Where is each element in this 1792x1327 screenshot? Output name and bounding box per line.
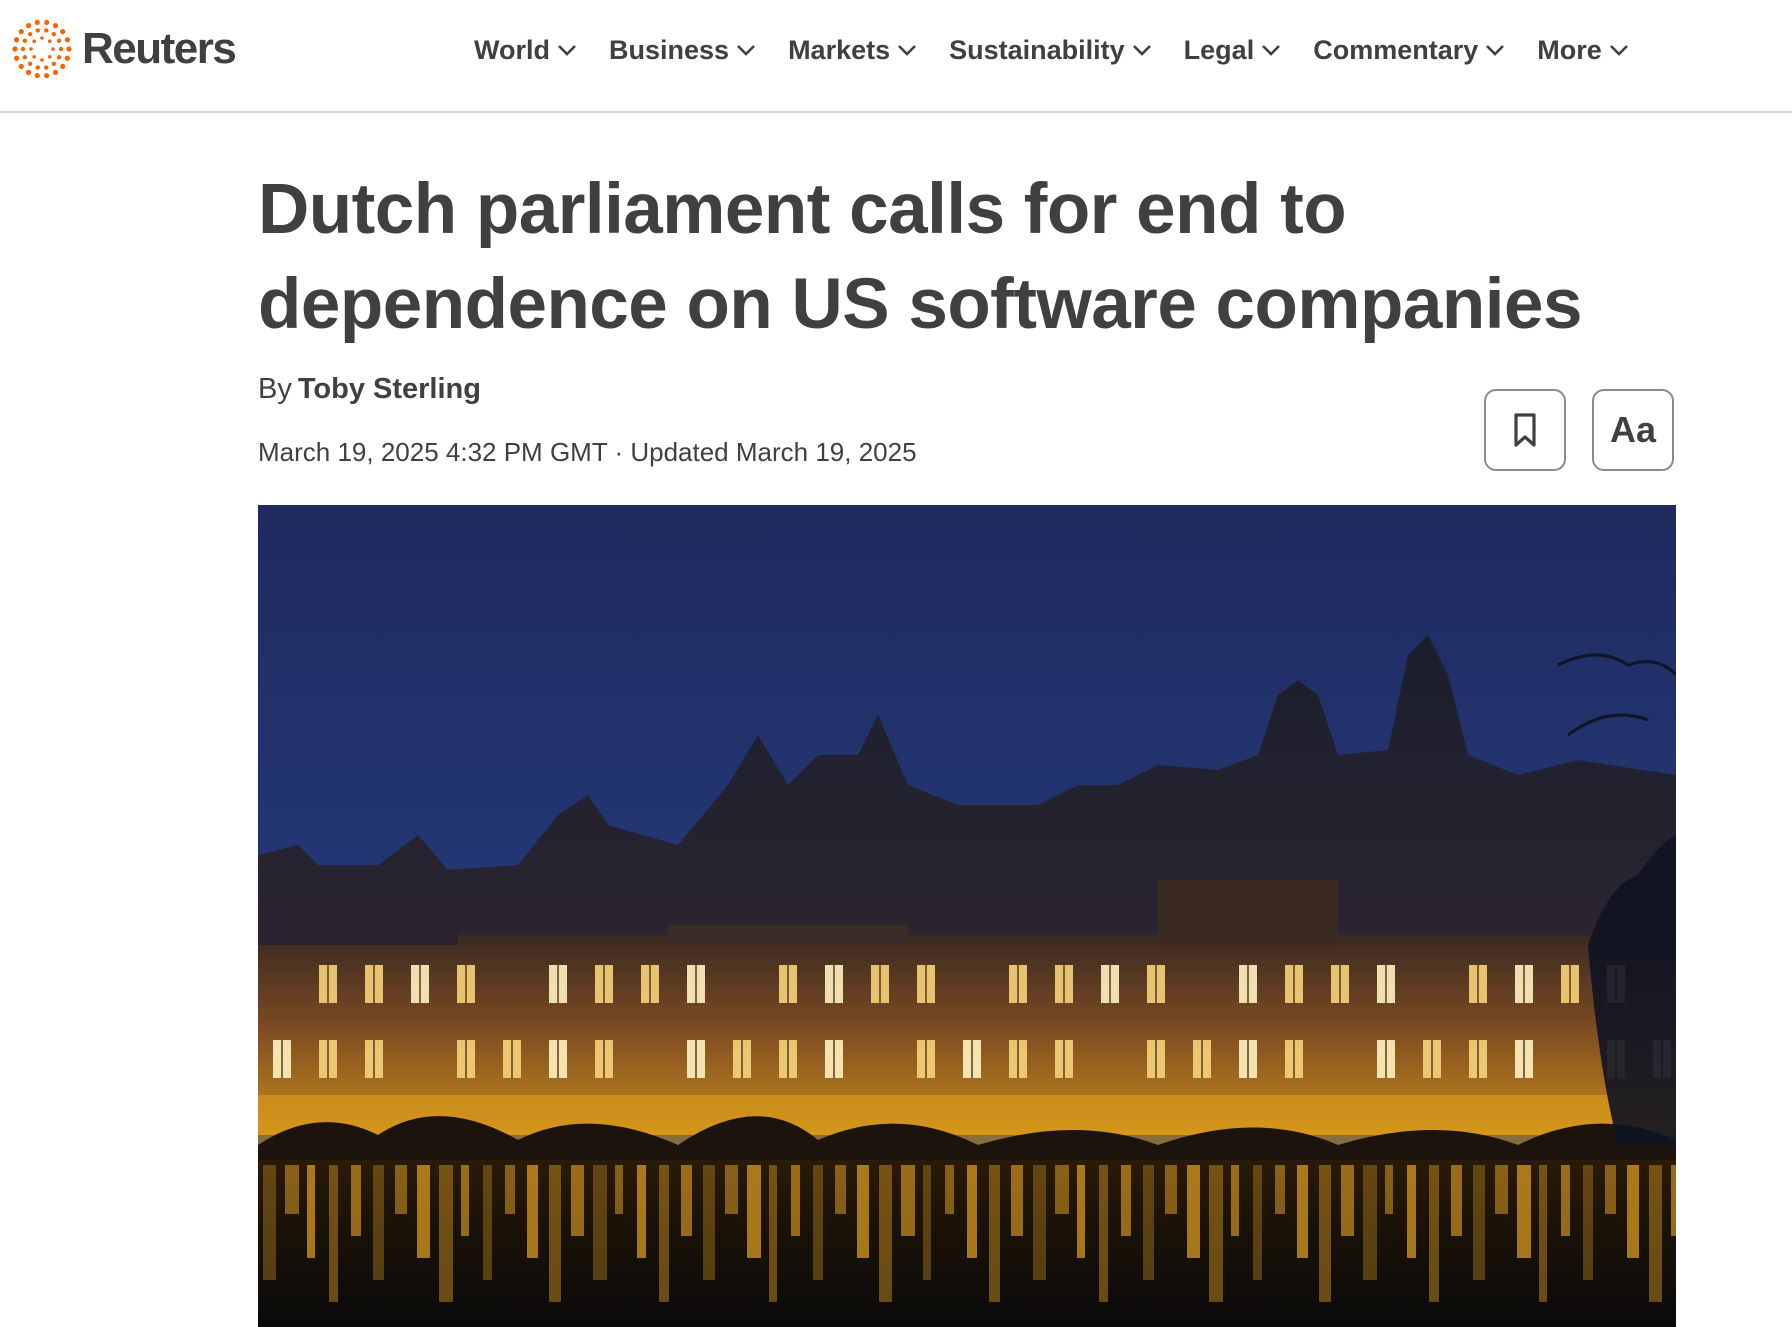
publish-dateline: March 19, 2025 4:32 PM GMT · Updated Mar… — [258, 437, 917, 467]
article-headline: Dutch parliament calls for end to depend… — [258, 162, 1678, 352]
chevron-down-icon — [1609, 45, 1628, 56]
nav-item-world[interactable]: World — [474, 35, 577, 66]
chevron-down-icon — [1262, 45, 1281, 56]
nav-item-label: Sustainability — [949, 34, 1125, 65]
site-header: Reuters World Business Markets Sustainab… — [0, 0, 1792, 113]
chevron-down-icon — [737, 45, 755, 56]
headline-line-1: Dutch parliament calls for end to — [258, 170, 1347, 249]
chevron-down-icon — [1132, 45, 1151, 56]
nav-item-more[interactable]: More — [1537, 35, 1629, 66]
reuters-dots-logo-icon — [12, 19, 72, 79]
nav-item-label: Commentary — [1313, 34, 1479, 65]
text-size-label: Aa — [1609, 409, 1657, 450]
nav-item-sustainability[interactable]: Sustainability — [949, 35, 1152, 66]
nav-item-label: More — [1537, 34, 1602, 65]
chevron-down-icon — [1486, 45, 1505, 56]
hero-photo-illustration — [258, 505, 1676, 1327]
nav-item-commentary[interactable]: Commentary — [1313, 35, 1505, 66]
nav-item-markets[interactable]: Markets — [788, 35, 917, 66]
nav-item-legal[interactable]: Legal — [1184, 35, 1282, 66]
reuters-logo[interactable]: Reuters — [10, 16, 237, 82]
nav-item-label: Markets — [788, 34, 891, 65]
byline-prefix: By — [258, 373, 292, 405]
main-nav: World Business Markets Sustainability Le… — [474, 30, 1661, 70]
nav-item-label: World — [474, 34, 550, 65]
text-size-button[interactable]: Aa — [1592, 389, 1674, 471]
brand-name: Reuters — [82, 24, 237, 73]
nav-item-business[interactable]: Business — [609, 35, 756, 66]
nav-item-label: Legal — [1183, 34, 1255, 65]
chevron-down-icon — [558, 45, 576, 56]
headline-line-2: dependence on US software companies — [258, 265, 1582, 344]
chevron-down-icon — [898, 45, 917, 56]
bookmark-button[interactable] — [1484, 389, 1566, 471]
author-link[interactable]: Toby Sterling — [298, 373, 481, 405]
byline: By Toby Sterling — [258, 373, 481, 406]
bookmark-icon — [1514, 413, 1536, 447]
nav-item-label: Business — [609, 34, 730, 65]
hero-image — [258, 505, 1676, 1327]
